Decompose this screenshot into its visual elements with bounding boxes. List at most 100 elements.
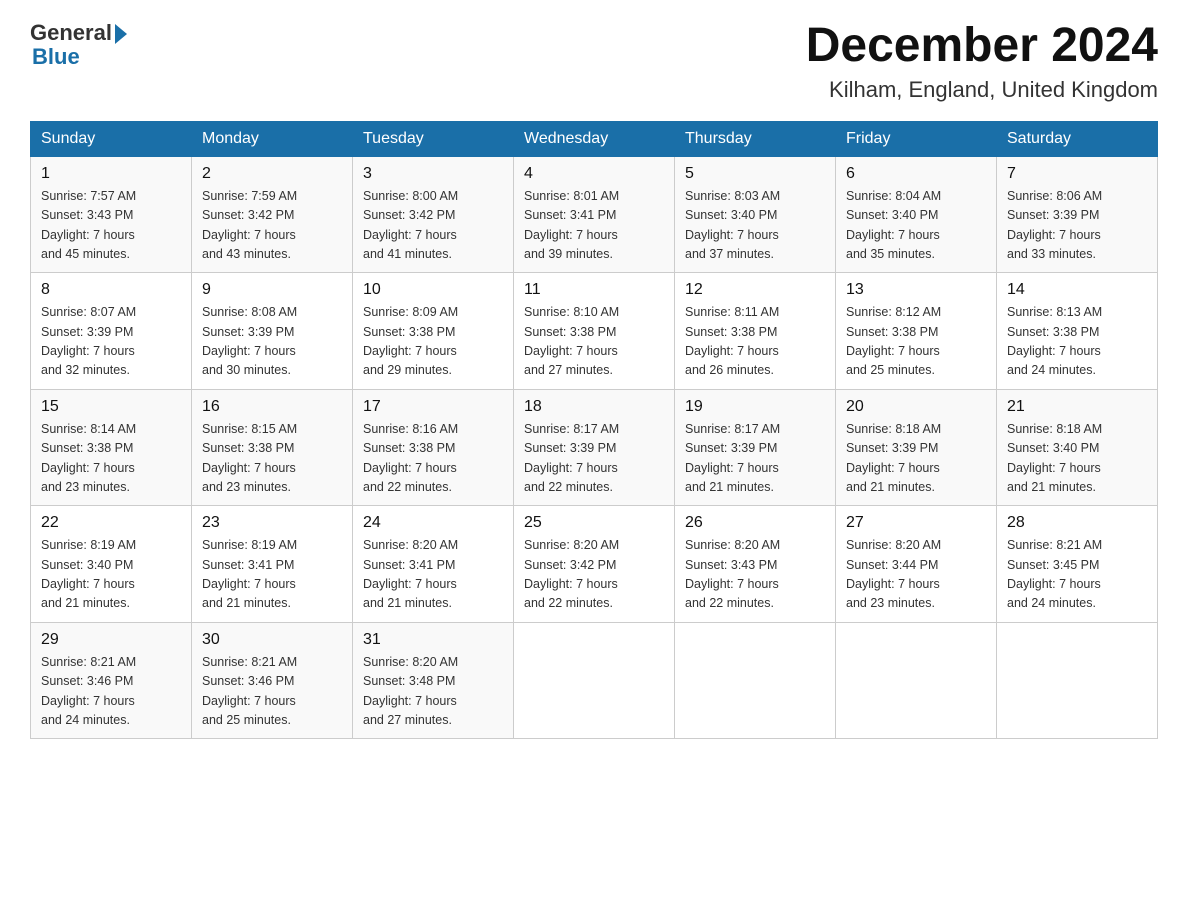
calendar-cell: 20 Sunrise: 8:18 AM Sunset: 3:39 PM Dayli…: [836, 389, 997, 506]
calendar-cell: 28 Sunrise: 8:21 AM Sunset: 3:45 PM Dayli…: [997, 506, 1158, 623]
calendar-cell: 23 Sunrise: 8:19 AM Sunset: 3:41 PM Dayli…: [192, 506, 353, 623]
header-monday: Monday: [192, 121, 353, 156]
calendar-cell: 29Sunrise: 8:21 AM Sunset: 3:46 PM Dayli…: [31, 622, 192, 739]
day-number: 14: [1007, 281, 1147, 299]
logo-blue-text: Blue: [30, 44, 80, 70]
day-number: 6: [846, 165, 986, 183]
calendar-cell: [514, 622, 675, 739]
day-info: Sunrise: 8:20 AM Sunset: 3:43 PM Dayligh…: [685, 536, 825, 614]
calendar-cell: [997, 622, 1158, 739]
day-number: 10: [363, 281, 503, 299]
day-info: Sunrise: 8:08 AM Sunset: 3:39 PM Dayligh…: [202, 303, 342, 381]
calendar-cell: 11 Sunrise: 8:10 AM Sunset: 3:38 PM Dayli…: [514, 273, 675, 390]
day-info: Sunrise: 8:18 AM Sunset: 3:39 PM Dayligh…: [846, 420, 986, 498]
day-number: 11: [524, 281, 664, 299]
logo-general-text: General: [30, 20, 112, 46]
day-info: Sunrise: 8:21 AM Sunset: 3:45 PM Dayligh…: [1007, 536, 1147, 614]
day-number: 19: [685, 398, 825, 416]
calendar-cell: 13Sunrise: 8:12 AM Sunset: 3:38 PM Dayli…: [836, 273, 997, 390]
header-saturday: Saturday: [997, 121, 1158, 156]
day-number: 26: [685, 514, 825, 532]
day-number: 28: [1007, 514, 1147, 532]
calendar-header-row: SundayMondayTuesdayWednesdayThursdayFrid…: [31, 121, 1158, 156]
calendar-cell: [836, 622, 997, 739]
day-number: 1: [41, 165, 181, 183]
day-number: 29: [41, 631, 181, 649]
calendar-cell: 2 Sunrise: 7:59 AM Sunset: 3:42 PM Daylig…: [192, 156, 353, 273]
day-info: Sunrise: 7:59 AM Sunset: 3:42 PM Dayligh…: [202, 187, 342, 265]
day-info: Sunrise: 8:20 AM Sunset: 3:41 PM Dayligh…: [363, 536, 503, 614]
day-info: Sunrise: 8:19 AM Sunset: 3:41 PM Dayligh…: [202, 536, 342, 614]
day-info: Sunrise: 8:17 AM Sunset: 3:39 PM Dayligh…: [524, 420, 664, 498]
day-info: Sunrise: 8:15 AM Sunset: 3:38 PM Dayligh…: [202, 420, 342, 498]
week-row-3: 15 Sunrise: 8:14 AM Sunset: 3:38 PM Dayli…: [31, 389, 1158, 506]
calendar-cell: 10 Sunrise: 8:09 AM Sunset: 3:38 PM Dayli…: [353, 273, 514, 390]
day-info: Sunrise: 8:19 AM Sunset: 3:40 PM Dayligh…: [41, 536, 181, 614]
day-number: 27: [846, 514, 986, 532]
calendar-cell: 14 Sunrise: 8:13 AM Sunset: 3:38 PM Dayli…: [997, 273, 1158, 390]
day-info: Sunrise: 8:21 AM Sunset: 3:46 PM Dayligh…: [202, 653, 342, 731]
calendar-cell: 5 Sunrise: 8:03 AM Sunset: 3:40 PM Daylig…: [675, 156, 836, 273]
day-info: Sunrise: 8:18 AM Sunset: 3:40 PM Dayligh…: [1007, 420, 1147, 498]
header-tuesday: Tuesday: [353, 121, 514, 156]
calendar-cell: 31 Sunrise: 8:20 AM Sunset: 3:48 PM Dayli…: [353, 622, 514, 739]
day-number: 30: [202, 631, 342, 649]
day-number: 5: [685, 165, 825, 183]
calendar-cell: 8 Sunrise: 8:07 AM Sunset: 3:39 PM Daylig…: [31, 273, 192, 390]
calendar-cell: 16 Sunrise: 8:15 AM Sunset: 3:38 PM Dayli…: [192, 389, 353, 506]
day-number: 23: [202, 514, 342, 532]
header-wednesday: Wednesday: [514, 121, 675, 156]
calendar-cell: 4 Sunrise: 8:01 AM Sunset: 3:41 PM Daylig…: [514, 156, 675, 273]
day-info: Sunrise: 8:06 AM Sunset: 3:39 PM Dayligh…: [1007, 187, 1147, 265]
day-number: 20: [846, 398, 986, 416]
day-number: 18: [524, 398, 664, 416]
day-info: Sunrise: 8:01 AM Sunset: 3:41 PM Dayligh…: [524, 187, 664, 265]
calendar-cell: [675, 622, 836, 739]
calendar-cell: 30 Sunrise: 8:21 AM Sunset: 3:46 PM Dayli…: [192, 622, 353, 739]
calendar-cell: 19 Sunrise: 8:17 AM Sunset: 3:39 PM Dayli…: [675, 389, 836, 506]
logo-arrow-icon: [115, 24, 127, 44]
calendar-cell: 26 Sunrise: 8:20 AM Sunset: 3:43 PM Dayli…: [675, 506, 836, 623]
logo: General Blue: [30, 20, 127, 70]
calendar-cell: 21 Sunrise: 8:18 AM Sunset: 3:40 PM Dayli…: [997, 389, 1158, 506]
day-number: 22: [41, 514, 181, 532]
day-number: 25: [524, 514, 664, 532]
day-info: Sunrise: 8:14 AM Sunset: 3:38 PM Dayligh…: [41, 420, 181, 498]
day-number: 12: [685, 281, 825, 299]
calendar-subtitle: Kilham, England, United Kingdom: [806, 77, 1158, 103]
calendar-cell: 12 Sunrise: 8:11 AM Sunset: 3:38 PM Dayli…: [675, 273, 836, 390]
day-number: 8: [41, 281, 181, 299]
week-row-1: 1Sunrise: 7:57 AM Sunset: 3:43 PM Daylig…: [31, 156, 1158, 273]
day-number: 9: [202, 281, 342, 299]
day-info: Sunrise: 8:17 AM Sunset: 3:39 PM Dayligh…: [685, 420, 825, 498]
calendar-cell: 3Sunrise: 8:00 AM Sunset: 3:42 PM Daylig…: [353, 156, 514, 273]
header-friday: Friday: [836, 121, 997, 156]
calendar-cell: 24 Sunrise: 8:20 AM Sunset: 3:41 PM Dayli…: [353, 506, 514, 623]
calendar-cell: 22 Sunrise: 8:19 AM Sunset: 3:40 PM Dayli…: [31, 506, 192, 623]
day-number: 24: [363, 514, 503, 532]
day-info: Sunrise: 8:20 AM Sunset: 3:42 PM Dayligh…: [524, 536, 664, 614]
day-info: Sunrise: 8:13 AM Sunset: 3:38 PM Dayligh…: [1007, 303, 1147, 381]
day-number: 15: [41, 398, 181, 416]
day-number: 21: [1007, 398, 1147, 416]
day-info: Sunrise: 8:03 AM Sunset: 3:40 PM Dayligh…: [685, 187, 825, 265]
day-info: Sunrise: 8:20 AM Sunset: 3:48 PM Dayligh…: [363, 653, 503, 731]
calendar-cell: 15 Sunrise: 8:14 AM Sunset: 3:38 PM Dayli…: [31, 389, 192, 506]
day-info: Sunrise: 8:11 AM Sunset: 3:38 PM Dayligh…: [685, 303, 825, 381]
title-section: December 2024 Kilham, England, United Ki…: [806, 20, 1158, 103]
week-row-2: 8 Sunrise: 8:07 AM Sunset: 3:39 PM Daylig…: [31, 273, 1158, 390]
calendar-cell: 1Sunrise: 7:57 AM Sunset: 3:43 PM Daylig…: [31, 156, 192, 273]
day-info: Sunrise: 8:10 AM Sunset: 3:38 PM Dayligh…: [524, 303, 664, 381]
day-number: 2: [202, 165, 342, 183]
day-number: 3: [363, 165, 503, 183]
calendar-cell: 6Sunrise: 8:04 AM Sunset: 3:40 PM Daylig…: [836, 156, 997, 273]
day-info: Sunrise: 8:20 AM Sunset: 3:44 PM Dayligh…: [846, 536, 986, 614]
day-info: Sunrise: 8:07 AM Sunset: 3:39 PM Dayligh…: [41, 303, 181, 381]
page-header: General Blue December 2024 Kilham, Engla…: [30, 20, 1158, 103]
day-info: Sunrise: 8:09 AM Sunset: 3:38 PM Dayligh…: [363, 303, 503, 381]
day-number: 4: [524, 165, 664, 183]
calendar-cell: 18 Sunrise: 8:17 AM Sunset: 3:39 PM Dayli…: [514, 389, 675, 506]
day-number: 31: [363, 631, 503, 649]
day-number: 16: [202, 398, 342, 416]
calendar-cell: 7Sunrise: 8:06 AM Sunset: 3:39 PM Daylig…: [997, 156, 1158, 273]
